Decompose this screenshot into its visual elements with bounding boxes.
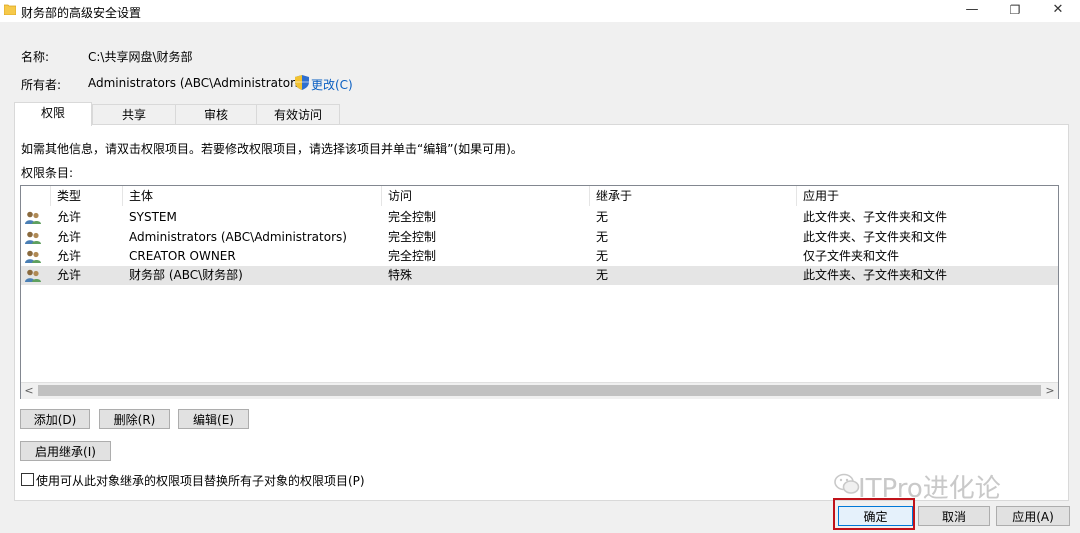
cell-type: 允许 bbox=[57, 230, 82, 244]
column-header-icon[interactable] bbox=[21, 186, 51, 206]
user-group-icon bbox=[25, 250, 41, 263]
add-button[interactable]: 添加(D) bbox=[20, 409, 90, 429]
replace-child-permissions-checkbox[interactable] bbox=[21, 473, 34, 486]
uac-shield-icon bbox=[295, 75, 309, 90]
permissions-hint: 如需其他信息，请双击权限项目。若要修改权限项目，请选择该项目并单击“编辑”(如果… bbox=[21, 142, 523, 156]
cell-access: 完全控制 bbox=[388, 249, 437, 263]
table-row[interactable]: 允许 SYSTEM 完全控制 无 此文件夹、子文件夹和文件 bbox=[21, 208, 1058, 227]
edit-button[interactable]: 编辑(E) bbox=[178, 409, 249, 429]
title-bar: 财务部的高级安全设置 — ❐ ✕ bbox=[0, 0, 1080, 22]
cell-access: 完全控制 bbox=[388, 230, 437, 244]
change-owner-link[interactable]: 更改(C) bbox=[311, 76, 353, 93]
cell-access: 特殊 bbox=[388, 268, 413, 282]
tab-auditing[interactable]: 审核 bbox=[175, 104, 257, 125]
permission-entries-label: 权限条目: bbox=[21, 166, 74, 180]
cell-principal: SYSTEM bbox=[129, 210, 177, 224]
user-group-icon bbox=[25, 211, 41, 224]
ok-button-highlight bbox=[833, 498, 915, 530]
maximize-button[interactable]: ❐ bbox=[993, 0, 1037, 22]
cell-type: 允许 bbox=[57, 210, 82, 224]
cell-access: 完全控制 bbox=[388, 210, 437, 224]
folder-icon bbox=[4, 4, 16, 15]
cancel-button[interactable]: 取消 bbox=[918, 506, 990, 526]
cell-principal: Administrators (ABC\Administrators) bbox=[129, 230, 347, 244]
user-group-icon bbox=[25, 269, 41, 282]
cell-inherited-from: 无 bbox=[596, 210, 609, 224]
owner-value: Administrators (ABC\Administrators) bbox=[88, 76, 306, 90]
cell-inherited-from: 无 bbox=[596, 230, 609, 244]
remove-button[interactable]: 删除(R) bbox=[99, 409, 170, 429]
wechat-icon bbox=[834, 473, 860, 494]
horizontal-scrollbar[interactable]: < > bbox=[21, 382, 1058, 399]
name-value: C:\共享网盘\财务部 bbox=[88, 50, 193, 64]
cell-inherited-from: 无 bbox=[596, 249, 609, 263]
column-header-access[interactable]: 访问 bbox=[382, 186, 590, 206]
table-row[interactable]: 允许 CREATOR OWNER 完全控制 无 仅子文件夹和文件 bbox=[21, 247, 1058, 266]
close-button[interactable]: ✕ bbox=[1036, 0, 1080, 22]
column-header-type[interactable]: 类型 bbox=[51, 186, 123, 206]
replace-child-permissions-label: 使用可从此对象继承的权限项目替换所有子对象的权限项目(P) bbox=[36, 474, 365, 488]
cell-inherited-from: 无 bbox=[596, 268, 609, 282]
scrollbar-thumb[interactable] bbox=[38, 385, 1041, 396]
table-row[interactable]: 允许 Administrators (ABC\Administrators) 完… bbox=[21, 228, 1058, 247]
permission-entries-list[interactable]: 类型 主体 访问 继承于 应用于 允许 SYSTEM 完全控制 无 此文件夹、子… bbox=[20, 185, 1059, 399]
minimize-button[interactable]: — bbox=[950, 0, 994, 22]
user-group-icon bbox=[25, 231, 41, 244]
column-header-applies-to[interactable]: 应用于 bbox=[797, 186, 1058, 206]
column-header-principal[interactable]: 主体 bbox=[123, 186, 382, 206]
scroll-left-arrow[interactable]: < bbox=[21, 383, 37, 399]
cell-principal: CREATOR OWNER bbox=[129, 249, 236, 263]
cell-applies-to: 仅子文件夹和文件 bbox=[803, 249, 900, 263]
scroll-right-arrow[interactable]: > bbox=[1042, 383, 1058, 399]
window-title: 财务部的高级安全设置 bbox=[21, 6, 142, 20]
cell-type: 允许 bbox=[57, 268, 82, 282]
cell-type: 允许 bbox=[57, 249, 82, 263]
cell-applies-to: 此文件夹、子文件夹和文件 bbox=[803, 230, 948, 244]
table-row-selected[interactable]: 允许 财务部 (ABC\财务部) 特殊 无 此文件夹、子文件夹和文件 bbox=[21, 266, 1058, 285]
owner-label: 所有者: bbox=[21, 78, 62, 92]
cell-applies-to: 此文件夹、子文件夹和文件 bbox=[803, 210, 948, 224]
cell-applies-to: 此文件夹、子文件夹和文件 bbox=[803, 268, 948, 282]
tab-sharing[interactable]: 共享 bbox=[92, 104, 176, 125]
column-header-inherited-from[interactable]: 继承于 bbox=[590, 186, 797, 206]
tab-effective-access[interactable]: 有效访问 bbox=[256, 104, 340, 125]
apply-button[interactable]: 应用(A) bbox=[996, 506, 1070, 526]
cell-principal: 财务部 (ABC\财务部) bbox=[129, 268, 243, 282]
enable-inheritance-button[interactable]: 启用继承(I) bbox=[20, 441, 111, 461]
name-label: 名称: bbox=[21, 50, 50, 64]
tab-permissions[interactable]: 权限 bbox=[14, 102, 92, 126]
